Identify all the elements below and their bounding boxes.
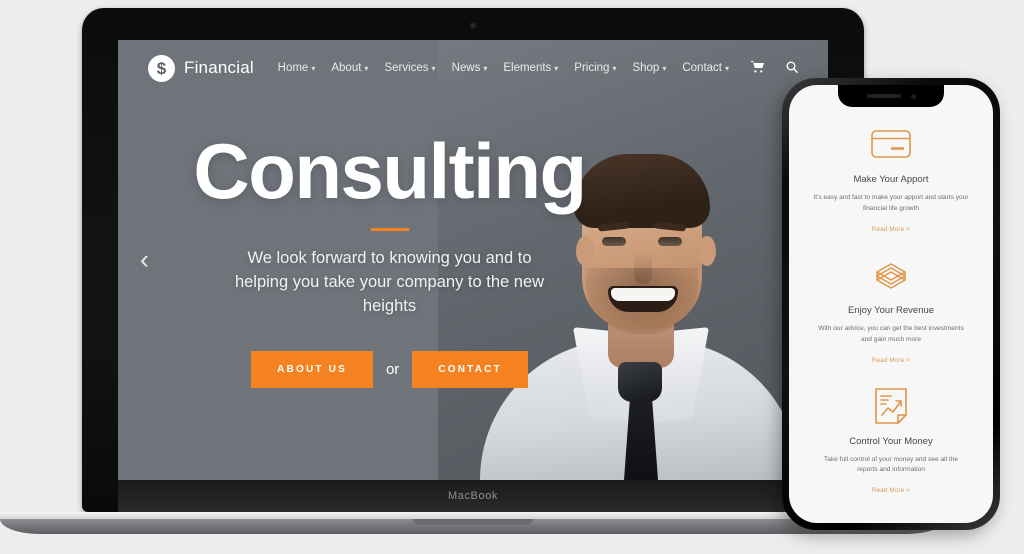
contact-button[interactable]: CONTACT <box>412 350 528 388</box>
webcam-icon <box>469 22 477 29</box>
front-camera-icon <box>910 93 916 99</box>
money-stack-icon <box>807 254 975 296</box>
nav-label: Shop <box>632 62 660 74</box>
nav-label: Home <box>277 62 309 74</box>
chevron-down-icon: ▾ <box>311 63 316 73</box>
nav-label: News <box>451 62 481 74</box>
nav-item-about[interactable]: About ▾ <box>331 62 368 74</box>
carousel-prev-icon[interactable]: ‹ <box>140 246 149 274</box>
laptop-chin: MacBook <box>118 480 828 512</box>
feature-card: Enjoy Your Revenue With our advice, you … <box>803 246 979 377</box>
hero-subtitle: We look forward to knowing you and to he… <box>234 249 545 315</box>
nav-item-elements[interactable]: Elements ▾ <box>503 62 558 74</box>
read-more-link[interactable]: Read More > <box>872 357 910 364</box>
nav-menu: Home ▾ About ▾ Services ▾ News ▾ Element… <box>278 60 798 76</box>
chevron-down-icon: ▾ <box>612 63 617 73</box>
credit-card-icon <box>807 123 975 165</box>
read-more-link[interactable]: Read More > <box>872 487 910 494</box>
speaker-icon <box>866 94 901 98</box>
nav-label: Contact <box>682 62 722 74</box>
nav-label: Pricing <box>574 62 610 74</box>
nav-label: Elements <box>503 62 552 74</box>
hero-content: Consulting We look forward to knowing yo… <box>118 132 828 388</box>
feature-card: Control Your Money Take full control of … <box>803 377 979 508</box>
card-text: Take full control of your money and see … <box>823 455 959 474</box>
nav-item-pricing[interactable]: Pricing ▾ <box>574 62 616 74</box>
nav-item-home[interactable]: Home ▾ <box>278 62 316 74</box>
search-icon[interactable] <box>786 61 798 76</box>
card-title: Make Your Apport <box>853 174 929 185</box>
chevron-down-icon: ▾ <box>483 63 488 73</box>
macbook-mockup: $ Financial Home ▾ About ▾ Services ▾ Ne… <box>0 8 946 534</box>
website-hero: $ Financial Home ▾ About ▾ Services ▾ Ne… <box>118 40 828 480</box>
read-more-link[interactable]: Read More > <box>872 226 910 233</box>
brand-logo[interactable]: $ Financial <box>148 54 254 82</box>
chevron-down-icon: ▾ <box>364 63 369 73</box>
feature-card: Make Your Apport It's easy and fast to m… <box>803 115 979 246</box>
hero-divider <box>370 228 409 231</box>
macbook-label: MacBook <box>447 490 499 502</box>
chevron-down-icon: ▾ <box>431 63 436 73</box>
nav-label: Services <box>384 62 429 74</box>
hero-title: Consulting <box>193 127 587 215</box>
mockup-scene: $ Financial Home ▾ About ▾ Services ▾ Ne… <box>0 0 1024 554</box>
chevron-down-icon: ▾ <box>662 63 667 73</box>
brand-name: Financial <box>184 58 254 77</box>
card-title: Control Your Money <box>849 435 933 447</box>
chevron-down-icon: ▾ <box>554 63 559 73</box>
card-text: It's easy and fast to make your apport a… <box>813 194 969 212</box>
chevron-down-icon: ▾ <box>724 63 729 73</box>
nav-item-services[interactable]: Services ▾ <box>384 62 435 74</box>
card-title: Enjoy Your Revenue <box>847 304 935 316</box>
nav-item-contact[interactable]: Contact ▾ <box>682 62 729 74</box>
site-navbar: $ Financial Home ▾ About ▾ Services ▾ Ne… <box>118 40 828 96</box>
cart-icon[interactable] <box>751 60 764 76</box>
dollar-icon: $ <box>148 54 175 82</box>
nav-item-shop[interactable]: Shop ▾ <box>632 62 666 74</box>
about-us-button[interactable]: ABOUT US <box>251 350 373 388</box>
or-label: or <box>385 360 400 378</box>
phone-notch <box>838 85 944 107</box>
nav-item-news[interactable]: News ▾ <box>452 62 488 74</box>
nav-label: About <box>331 62 362 74</box>
card-text: With our advice, you can get the best in… <box>818 324 964 343</box>
hero-actions: ABOUT US or CONTACT <box>251 350 528 388</box>
laptop-screen: $ Financial Home ▾ About ▾ Services ▾ Ne… <box>118 40 828 480</box>
report-chart-icon <box>807 385 975 427</box>
